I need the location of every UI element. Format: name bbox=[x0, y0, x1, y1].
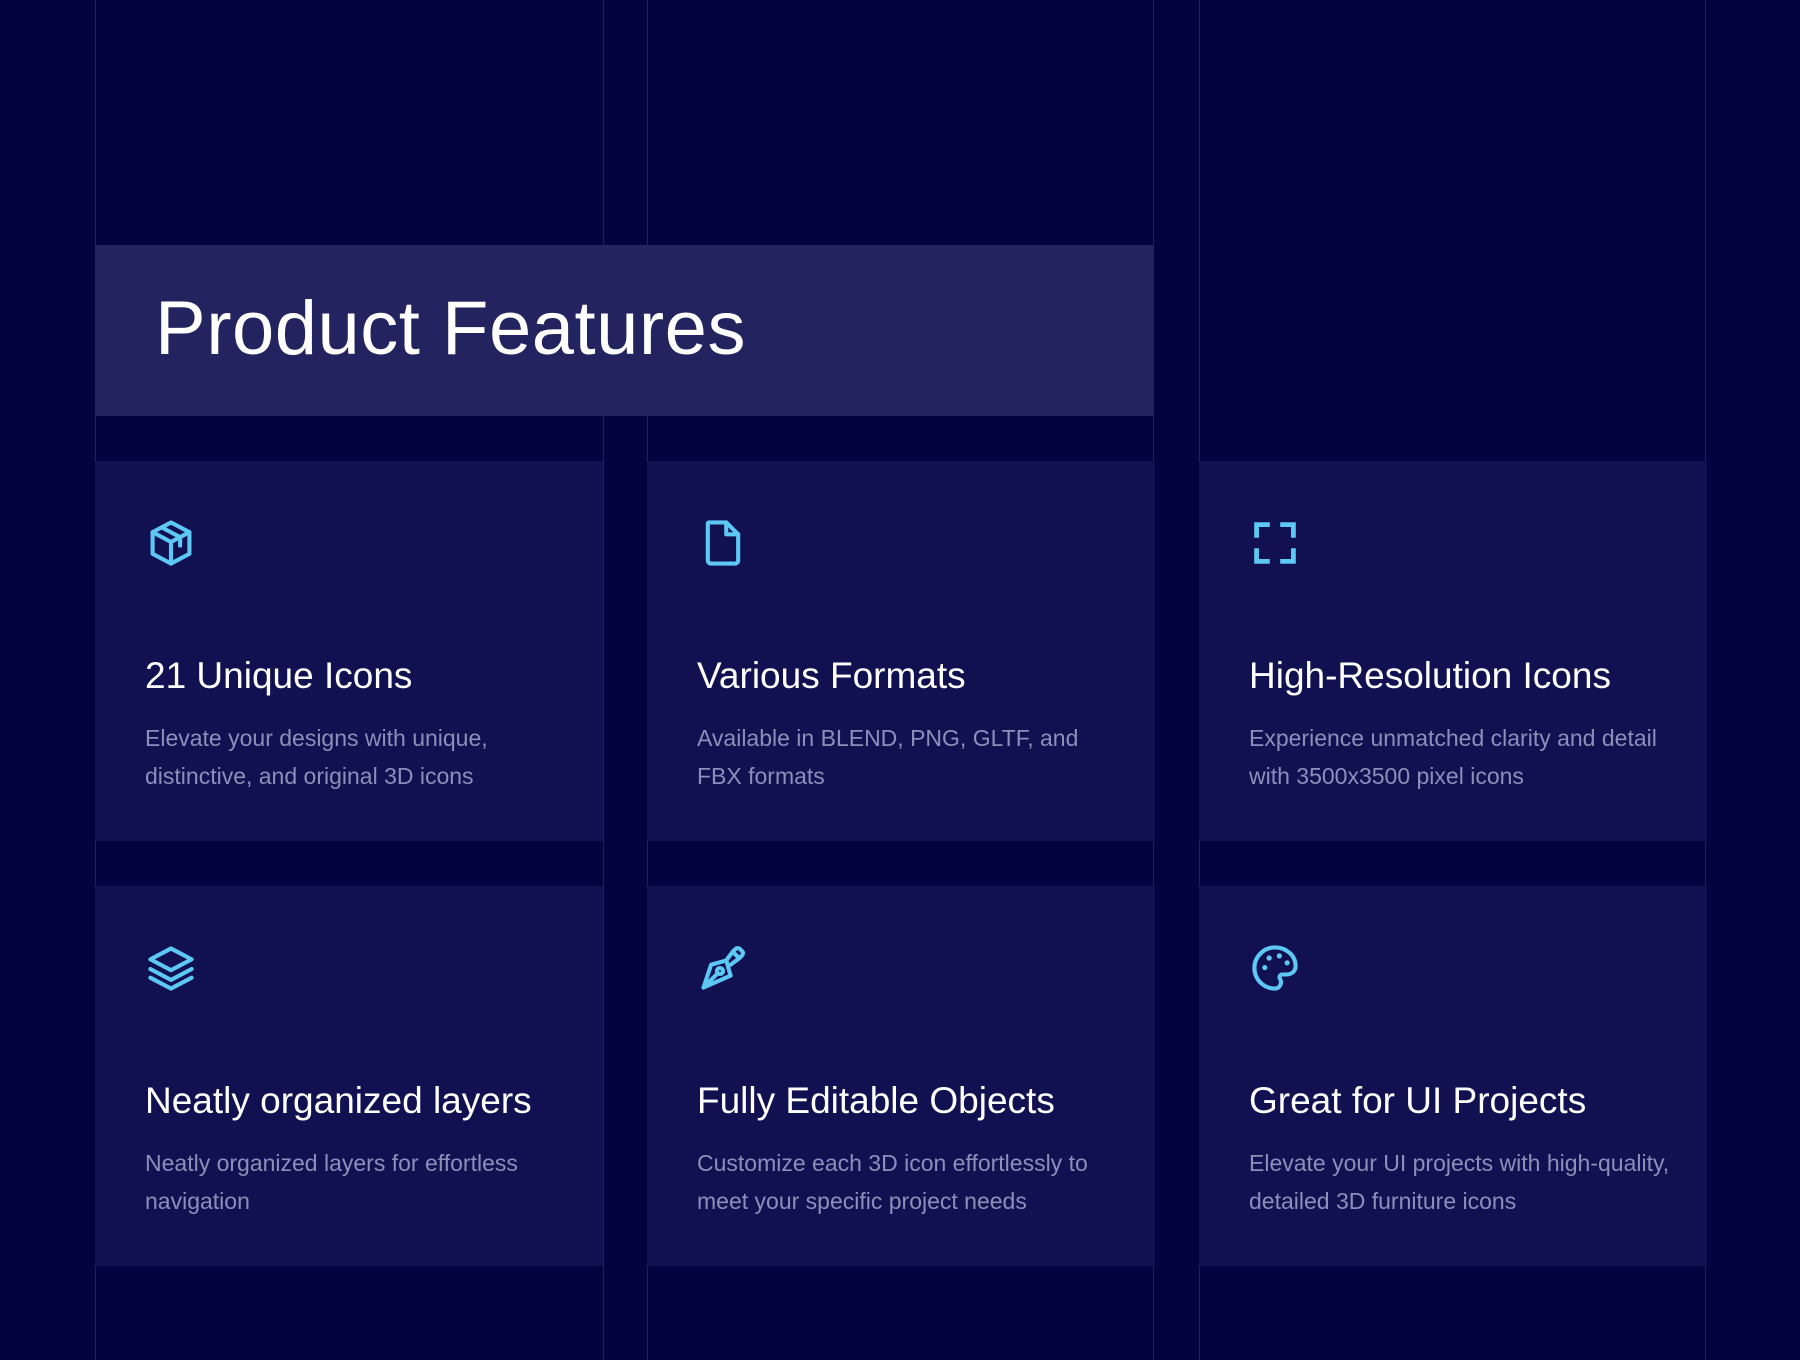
grid-line bbox=[603, 0, 604, 1360]
palette-icon bbox=[1249, 942, 1301, 994]
feature-description: Customize each 3D icon effortlessly to m… bbox=[697, 1150, 1088, 1214]
pen-tool-icon bbox=[697, 942, 749, 994]
section-header: Product Features bbox=[95, 245, 1153, 416]
feature-title: 21 Unique Icons bbox=[145, 655, 413, 696]
feature-card-organized-layers: Neatly organized layers Neatly organized… bbox=[95, 886, 603, 1266]
feature-card-unique-icons: 21 Unique Icons Elevate your designs wit… bbox=[95, 461, 603, 841]
maximize-icon bbox=[1249, 517, 1301, 569]
feature-description: Experience unmatched clarity and detail … bbox=[1249, 725, 1657, 789]
feature-description: Neatly organized layers for effortless n… bbox=[145, 1150, 518, 1214]
feature-title: Great for UI Projects bbox=[1249, 1080, 1587, 1121]
feature-title: High-Resolution Icons bbox=[1249, 655, 1611, 696]
feature-title: Neatly organized layers bbox=[145, 1080, 532, 1121]
feature-description: Available in BLEND, PNG, GLTF, and FBX f… bbox=[697, 725, 1079, 789]
section-title: Product Features bbox=[155, 286, 746, 371]
feature-description: Elevate your designs with unique, distin… bbox=[145, 725, 488, 789]
feature-card-editable-objects: Fully Editable Objects Customize each 3D… bbox=[647, 886, 1155, 1266]
feature-card-high-resolution: High-Resolution Icons Experience unmatch… bbox=[1199, 461, 1707, 841]
feature-card-various-formats: Various Formats Available in BLEND, PNG,… bbox=[647, 461, 1155, 841]
feature-title: Fully Editable Objects bbox=[697, 1080, 1055, 1121]
feature-title: Various Formats bbox=[697, 655, 966, 696]
file-icon bbox=[697, 517, 749, 569]
feature-card-ui-projects: Great for UI Projects Elevate your UI pr… bbox=[1199, 886, 1707, 1266]
cube-icon bbox=[145, 517, 197, 569]
layers-icon bbox=[145, 942, 197, 994]
feature-description: Elevate your UI projects with high-quali… bbox=[1249, 1150, 1670, 1214]
